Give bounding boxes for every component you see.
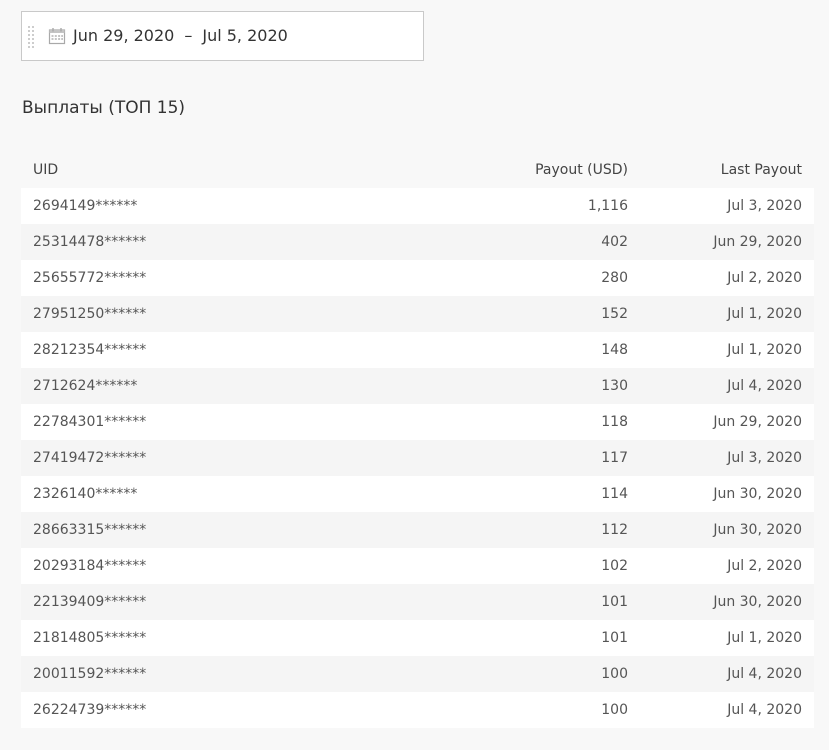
last-payout-cell: Jul 1, 2020 — [727, 342, 802, 358]
uid-cell: 22139409****** — [33, 594, 147, 610]
last-payout-cell: Jun 29, 2020 — [713, 234, 802, 250]
last-payout-cell: Jul 1, 2020 — [727, 306, 802, 322]
date-range-picker[interactable]: Jun 29, 2020– Jul 5, 2020 — [21, 11, 424, 61]
last-payout-cell: Jul 3, 2020 — [727, 450, 802, 466]
payout-cell: 1,116 — [587, 198, 628, 214]
date-range-value[interactable]: Jun 29, 2020– Jul 5, 2020 — [73, 12, 288, 60]
payout-cell: 114 — [601, 486, 628, 502]
table-row: 25655772****** 280 Jul 2, 2020 — [21, 260, 814, 296]
table-header-row: UID Payout (USD) Last Payout — [21, 152, 814, 188]
last-payout-cell: Jul 4, 2020 — [727, 666, 802, 682]
table-row: 22139409****** 101 Jun 30, 2020 — [21, 584, 814, 620]
last-payout-cell: Jul 2, 2020 — [727, 558, 802, 574]
table-row: 22784301****** 118 Jun 29, 2020 — [21, 404, 814, 440]
uid-cell: 2694149****** — [33, 198, 138, 214]
uid-cell: 22784301****** — [33, 414, 147, 430]
payout-cell: 148 — [601, 342, 628, 358]
payout-cell: 152 — [601, 306, 628, 322]
column-header-payout: Payout (USD) — [535, 162, 628, 178]
payout-cell: 100 — [601, 666, 628, 682]
table-row: 27419472****** 117 Jul 3, 2020 — [21, 440, 814, 476]
payout-cell: 118 — [601, 414, 628, 430]
table-row: 21814805****** 101 Jul 1, 2020 — [21, 620, 814, 656]
uid-cell: 2712624****** — [33, 378, 138, 394]
payout-cell: 402 — [601, 234, 628, 250]
uid-cell: 27419472****** — [33, 450, 147, 466]
payout-table: UID Payout (USD) Last Payout 2694149****… — [21, 152, 814, 728]
uid-cell: 28663315****** — [33, 522, 147, 538]
table-row: 27951250****** 152 Jul 1, 2020 — [21, 296, 814, 332]
table-row: 2326140****** 114 Jun 30, 2020 — [21, 476, 814, 512]
uid-cell: 25655772****** — [33, 270, 147, 286]
table-row: 25314478****** 402 Jun 29, 2020 — [21, 224, 814, 260]
table-row: 26224739****** 100 Jul 4, 2020 — [21, 692, 814, 728]
uid-cell: 20293184****** — [33, 558, 147, 574]
last-payout-cell: Jun 30, 2020 — [713, 522, 802, 538]
payout-cell: 280 — [601, 270, 628, 286]
uid-cell: 25314478****** — [33, 234, 147, 250]
last-payout-cell: Jul 1, 2020 — [727, 630, 802, 646]
payout-cell: 130 — [601, 378, 628, 394]
last-payout-cell: Jul 3, 2020 — [727, 198, 802, 214]
table-row: 2712624****** 130 Jul 4, 2020 — [21, 368, 814, 404]
table-row: 28663315****** 112 Jun 30, 2020 — [21, 512, 814, 548]
payout-cell: 102 — [601, 558, 628, 574]
date-range-end: Jul 5, 2020 — [202, 26, 288, 45]
table-row: 28212354****** 148 Jul 1, 2020 — [21, 332, 814, 368]
uid-cell: 20011592****** — [33, 666, 147, 682]
uid-cell: 28212354****** — [33, 342, 147, 358]
last-payout-cell: Jun 30, 2020 — [713, 486, 802, 502]
payout-cell: 101 — [601, 630, 628, 646]
payout-cell: 117 — [601, 450, 628, 466]
uid-cell: 27951250****** — [33, 306, 147, 322]
drag-handle-icon[interactable] — [27, 25, 35, 49]
calendar-icon — [48, 27, 66, 45]
date-range-start: Jun 29, 2020 — [73, 26, 175, 45]
payout-cell: 101 — [601, 594, 628, 610]
table-row: 20293184****** 102 Jul 2, 2020 — [21, 548, 814, 584]
date-range-separator: – — [184, 26, 193, 45]
uid-cell: 26224739****** — [33, 702, 147, 718]
last-payout-cell: Jul 4, 2020 — [727, 378, 802, 394]
section-title: Выплаты (ТОП 15) — [22, 98, 186, 118]
payout-cell: 112 — [601, 522, 628, 538]
table-row: 20011592****** 100 Jul 4, 2020 — [21, 656, 814, 692]
table-row: 2694149****** 1,116 Jul 3, 2020 — [21, 188, 814, 224]
last-payout-cell: Jun 30, 2020 — [713, 594, 802, 610]
column-header-uid: UID — [33, 162, 59, 178]
uid-cell: 2326140****** — [33, 486, 138, 502]
table-body: 2694149****** 1,116 Jul 3, 2020 25314478… — [21, 188, 814, 728]
uid-cell: 21814805****** — [33, 630, 147, 646]
last-payout-cell: Jul 2, 2020 — [727, 270, 802, 286]
last-payout-cell: Jul 4, 2020 — [727, 702, 802, 718]
payout-cell: 100 — [601, 702, 628, 718]
column-header-last-payout: Last Payout — [720, 162, 802, 178]
last-payout-cell: Jun 29, 2020 — [713, 414, 802, 430]
